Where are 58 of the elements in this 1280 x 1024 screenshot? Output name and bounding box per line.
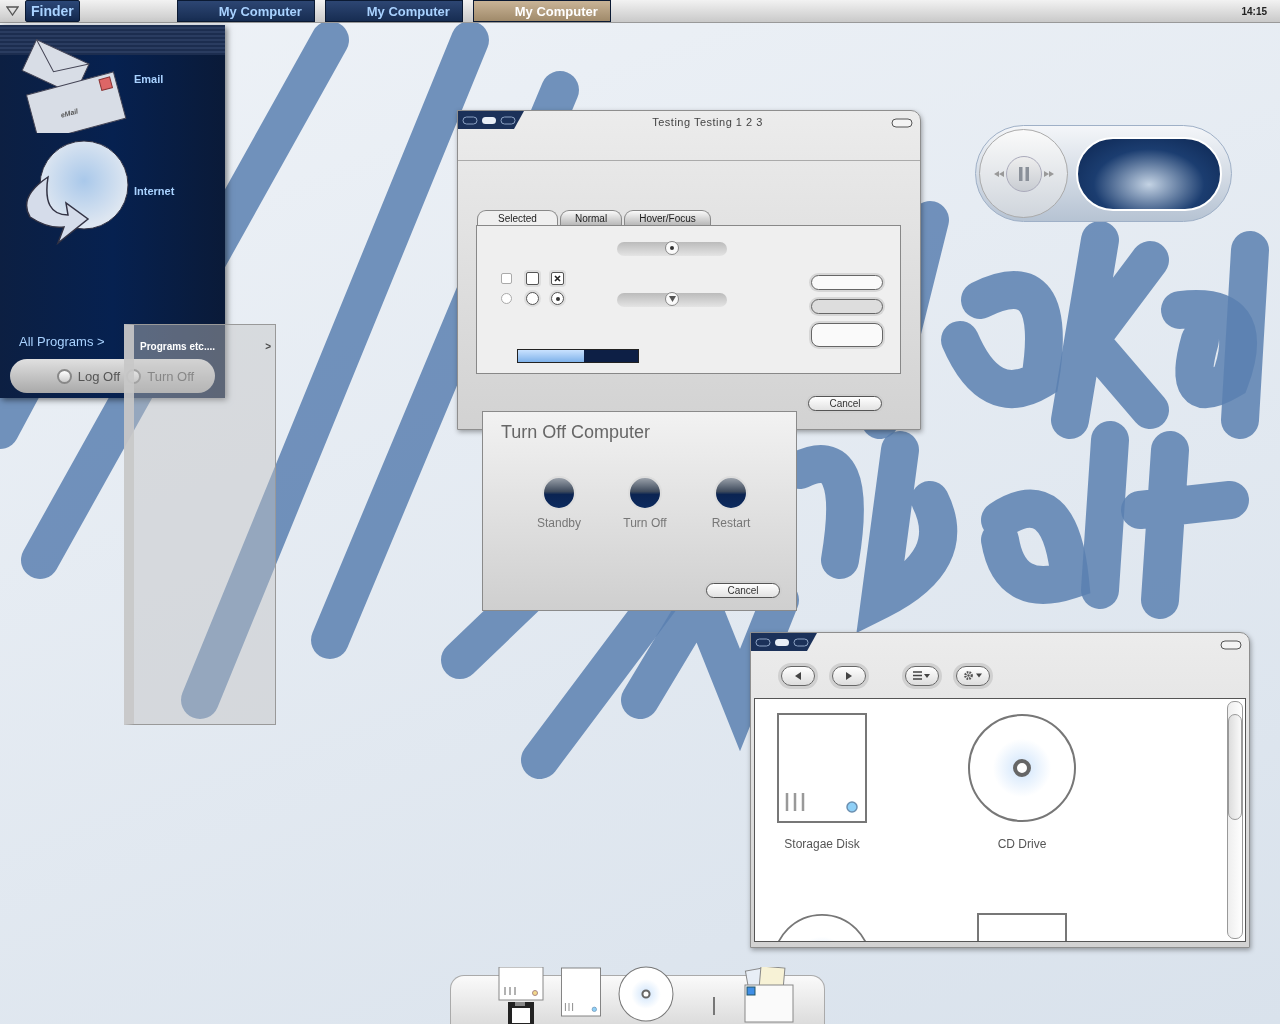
list-icon xyxy=(913,671,931,680)
all-programs-link[interactable]: All Programs > xyxy=(19,334,105,349)
text-area[interactable] xyxy=(811,323,883,347)
power-option-button[interactable]: Turn Off xyxy=(611,476,679,530)
action-menu-button[interactable] xyxy=(956,665,990,686)
pause-button[interactable] xyxy=(1005,155,1042,192)
window-controls-icon[interactable] xyxy=(458,111,524,129)
text-field[interactable] xyxy=(811,275,883,290)
cd-icon[interactable] xyxy=(618,966,674,1022)
zoom-button[interactable] xyxy=(1220,640,1242,650)
forward-button[interactable] xyxy=(832,665,866,686)
radio-button[interactable] xyxy=(551,292,564,305)
menu-item[interactable]: Internet xyxy=(0,137,225,245)
radio-button[interactable] xyxy=(501,293,512,304)
file-item[interactable]: Storagae Disk xyxy=(777,713,867,851)
dock-separator xyxy=(713,997,715,1015)
text-field[interactable] xyxy=(811,299,883,314)
circle-icon xyxy=(126,368,142,384)
gear-icon xyxy=(963,670,983,681)
sphere-icon xyxy=(628,476,662,510)
floppy-drive-icon[interactable] xyxy=(498,967,544,1024)
file-item[interactable]: CD Drive xyxy=(967,713,1077,851)
pause-icon xyxy=(1018,166,1029,181)
slider-thumb[interactable] xyxy=(665,292,679,306)
scrollbar-thumb[interactable] xyxy=(1228,714,1242,820)
tab[interactable]: Hover/Focus xyxy=(624,210,711,225)
dialog-title: Turn Off Computer xyxy=(501,422,652,443)
cd-icon[interactable] xyxy=(967,713,1077,823)
view-menu-button[interactable] xyxy=(905,665,939,686)
taskbar-button[interactable]: My Computer xyxy=(176,0,315,22)
right-triangle-icon xyxy=(846,671,852,680)
cancel-button[interactable]: Cancel xyxy=(706,583,780,598)
left-triangle-icon xyxy=(795,671,801,680)
triangle-menu-icon[interactable] xyxy=(6,6,19,16)
folder-icon[interactable] xyxy=(744,967,794,1023)
tab[interactable]: Normal xyxy=(559,210,623,225)
finder-button[interactable]: Finder xyxy=(25,0,80,22)
submenu-item[interactable]: Programs etc.... > xyxy=(134,341,275,352)
checkbox[interactable] xyxy=(551,272,564,285)
radio-button[interactable] xyxy=(526,292,539,305)
checkbox[interactable] xyxy=(501,273,512,284)
window-controls-icon[interactable] xyxy=(751,633,817,651)
power-button[interactable]: Log Off xyxy=(56,368,121,384)
zoom-button[interactable] xyxy=(891,118,913,128)
x-mark-icon xyxy=(554,275,561,282)
window-title: Testing Testing 1 2 3 xyxy=(651,115,764,128)
cancel-button[interactable]: Cancel xyxy=(808,396,882,411)
checkbox[interactable] xyxy=(526,272,539,285)
scrollbar[interactable] xyxy=(1227,701,1243,939)
sphere-icon xyxy=(542,476,576,510)
clock: 14:15 xyxy=(1241,5,1267,17)
back-button[interactable] xyxy=(781,665,815,686)
taskbar-button[interactable]: My Computer xyxy=(324,0,463,22)
tab[interactable]: Selected xyxy=(477,210,558,225)
slider-thumb[interactable] xyxy=(665,241,679,255)
circle-icon xyxy=(56,368,72,384)
sphere-icon xyxy=(714,476,748,510)
chevron-text: > xyxy=(265,341,271,352)
